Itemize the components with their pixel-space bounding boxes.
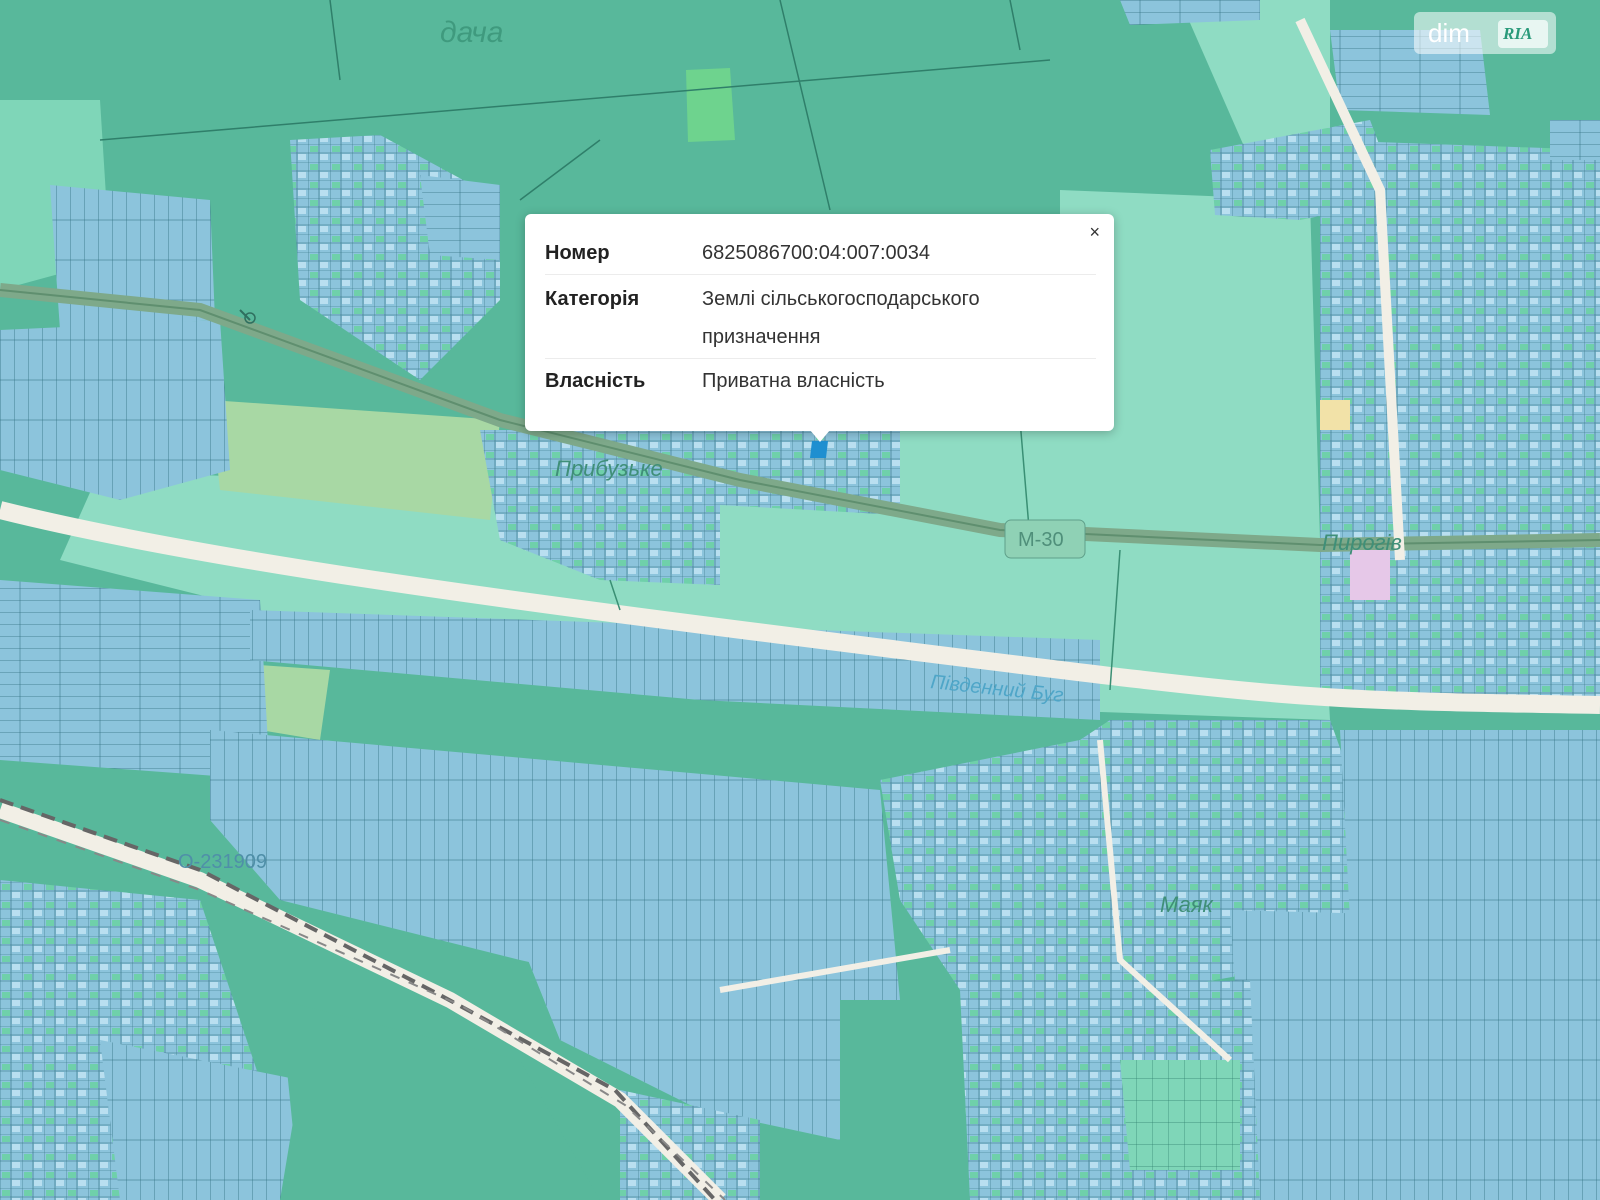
selected-parcel[interactable]	[810, 441, 828, 458]
logo-text: dim	[1428, 18, 1470, 48]
row-label: Категорія	[545, 288, 640, 310]
parcel-block	[0, 320, 230, 500]
row-label: Номер	[545, 242, 610, 264]
logo-badge-text: RIA	[1503, 24, 1533, 43]
highway-label: М-30	[1018, 529, 1064, 551]
parcel-block	[1320, 140, 1600, 700]
parcel-block	[420, 175, 500, 260]
village-center	[1350, 550, 1390, 600]
forest-name-label: дача	[440, 16, 503, 49]
row-value: 6825086700:04:007:0034	[702, 242, 931, 264]
village-label-2: Пирогів	[1322, 530, 1402, 555]
cadastral-map[interactable]: дача Прибузьке М-30 Пирогів Південний Бу…	[0, 0, 1600, 1200]
popup-row-category: Категорія Землі сільськогосподарського п…	[545, 280, 1096, 359]
dim-ria-logo: dim RIA	[1414, 12, 1556, 54]
parcel-block	[1230, 910, 1600, 1200]
meadow	[686, 68, 735, 142]
row-value: Приватна власність	[702, 370, 885, 392]
parcel-block	[1340, 730, 1600, 920]
popup-row-number: Номер 6825086700:04:007:0034	[545, 234, 1096, 275]
parcel-block	[1120, 1060, 1240, 1170]
popup-row-ownership: Власність Приватна власність	[545, 362, 1096, 402]
row-label: Власність	[545, 370, 646, 392]
row-value: Землі сільськогосподарського призначення	[702, 288, 980, 348]
parcel-info-popup: × Номер 6825086700:04:007:0034 Категорія…	[525, 214, 1114, 431]
village-label-3: Маяк	[1160, 892, 1215, 917]
popup-pointer	[810, 430, 830, 442]
village-label-1: Прибузьке	[555, 456, 663, 481]
parcel-block	[1550, 120, 1600, 160]
logo-badge: RIA	[1498, 20, 1548, 48]
road-code-label: О-231909	[178, 851, 267, 873]
